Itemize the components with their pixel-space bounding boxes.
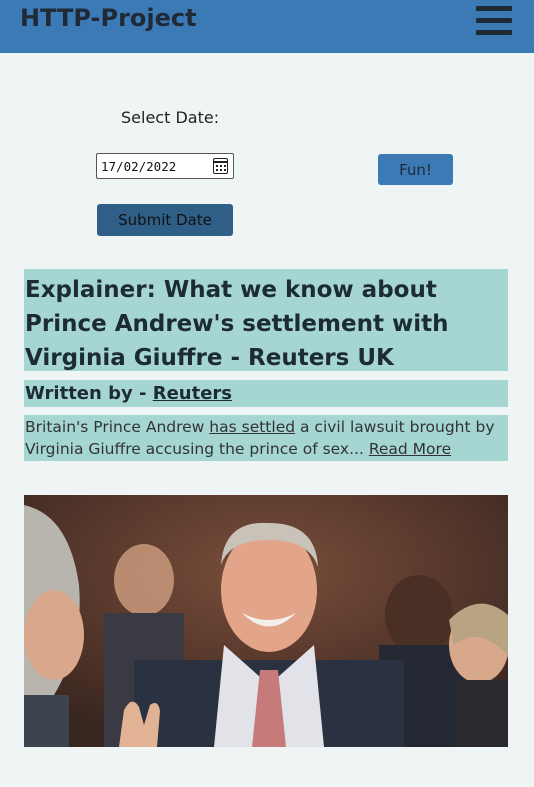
summary-inline-link[interactable]: has settled [209,418,295,436]
fun-button[interactable]: Fun! [378,154,453,185]
calendar-icon[interactable] [213,158,228,174]
article-photo [24,495,508,747]
select-date-label: Select Date: [121,108,220,127]
hamburger-menu-icon[interactable] [476,6,512,36]
app-title: HTTP-Project [20,4,197,32]
written-by-label: Written by - [25,383,153,404]
article-title: Explainer: What we know about Prince And… [24,269,508,371]
date-input-value: 17/02/2022 [101,159,177,174]
summary-text-start: Britain's Prince Andrew [25,418,210,436]
article-photo-illustration [24,495,508,747]
author-row: Written by - Reuters [24,380,508,407]
submit-date-button[interactable]: Submit Date [97,204,233,236]
author-link[interactable]: Reuters [153,383,232,404]
article-summary: Britain's Prince Andrew has settled a ci… [24,415,508,461]
date-input[interactable]: 17/02/2022 [96,153,234,179]
read-more-link[interactable]: Read More [369,440,451,458]
app-header: HTTP-Project [0,0,534,53]
